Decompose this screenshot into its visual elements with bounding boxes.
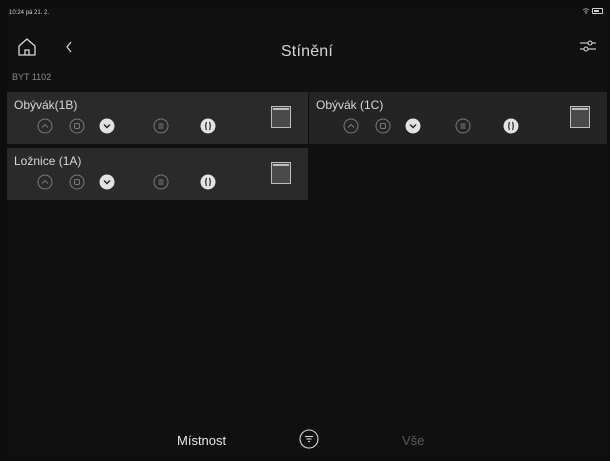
shade-up-button[interactable]	[343, 118, 359, 134]
shade-stop-button[interactable]	[69, 174, 85, 190]
sliders-icon[interactable]	[579, 37, 597, 55]
shade-up-button[interactable]	[37, 118, 53, 134]
status-icons	[582, 8, 603, 14]
section-label: BYT 1102	[12, 72, 52, 82]
shade-status-icon	[271, 106, 291, 128]
status-date-text: pá 21. 2.	[25, 10, 50, 16]
shade-down-button[interactable]	[99, 174, 115, 190]
tilt-button[interactable]	[200, 174, 216, 190]
wifi-icon	[582, 8, 590, 14]
shade-down-button[interactable]	[99, 118, 115, 134]
nav-bar: Stínění	[7, 20, 607, 64]
page-title: Stínění	[280, 43, 334, 60]
shade-down-button[interactable]	[405, 118, 421, 134]
room-name: Obývák(1B)	[14, 98, 78, 112]
room-name: Obývák (1C)	[316, 98, 384, 112]
room-card-obyvak-1b[interactable]: Obývák(1B)	[7, 92, 308, 144]
shade-status-icon	[271, 162, 291, 184]
battery-icon	[592, 8, 603, 14]
room-name: Ložnice (1A)	[14, 154, 82, 168]
slats-button[interactable]	[153, 174, 169, 190]
app-screen: 10:24 pá 21. 2. Stínění BYT 1102 Obývák(…	[7, 8, 607, 457]
tilt-button[interactable]	[503, 118, 519, 134]
room-card-obyvak-1c[interactable]: Obývák (1C)	[309, 92, 607, 144]
status-time-text: 10:24	[9, 10, 25, 16]
bottom-tab-bar: Místnost Vše	[7, 423, 607, 457]
filter-icon[interactable]	[299, 429, 319, 449]
tab-all[interactable]: Vše	[402, 433, 424, 448]
shade-stop-button[interactable]	[375, 118, 391, 134]
status-time: 10:24 pá 21. 2.	[9, 8, 49, 18]
room-card-loznice-1a[interactable]: Ložnice (1A)	[7, 148, 308, 200]
shade-up-button[interactable]	[37, 174, 53, 190]
shade-stop-button[interactable]	[69, 118, 85, 134]
shade-status-icon	[570, 106, 590, 128]
status-bar: 10:24 pá 21. 2.	[7, 8, 607, 18]
slats-button[interactable]	[153, 118, 169, 134]
slats-button[interactable]	[455, 118, 471, 134]
tab-room[interactable]: Místnost	[177, 433, 226, 448]
tilt-button[interactable]	[200, 118, 216, 134]
